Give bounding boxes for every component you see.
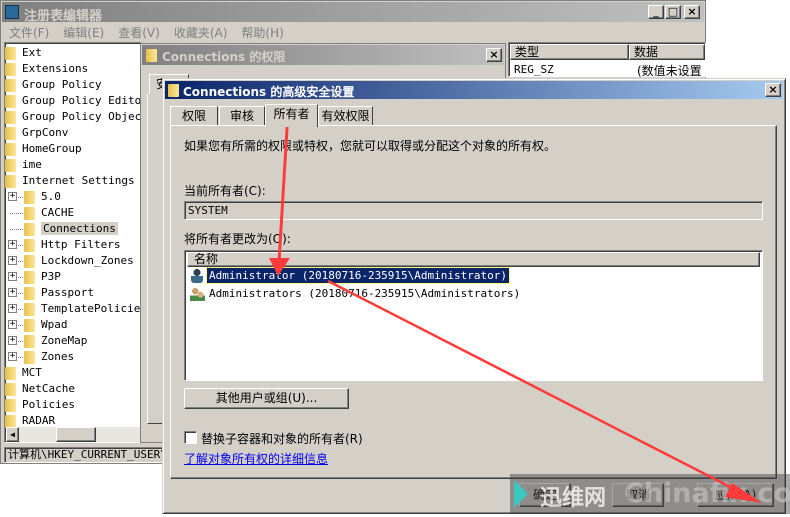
- arrowhead: [725, 483, 762, 503]
- arrow-to-apply: [327, 279, 743, 495]
- arrowhead: [269, 258, 290, 276]
- annotation-arrows: [269, 111, 762, 503]
- arrow-to-administrator: [277, 111, 290, 263]
- tab-owner[interactable]: 所有者: [265, 104, 318, 127]
